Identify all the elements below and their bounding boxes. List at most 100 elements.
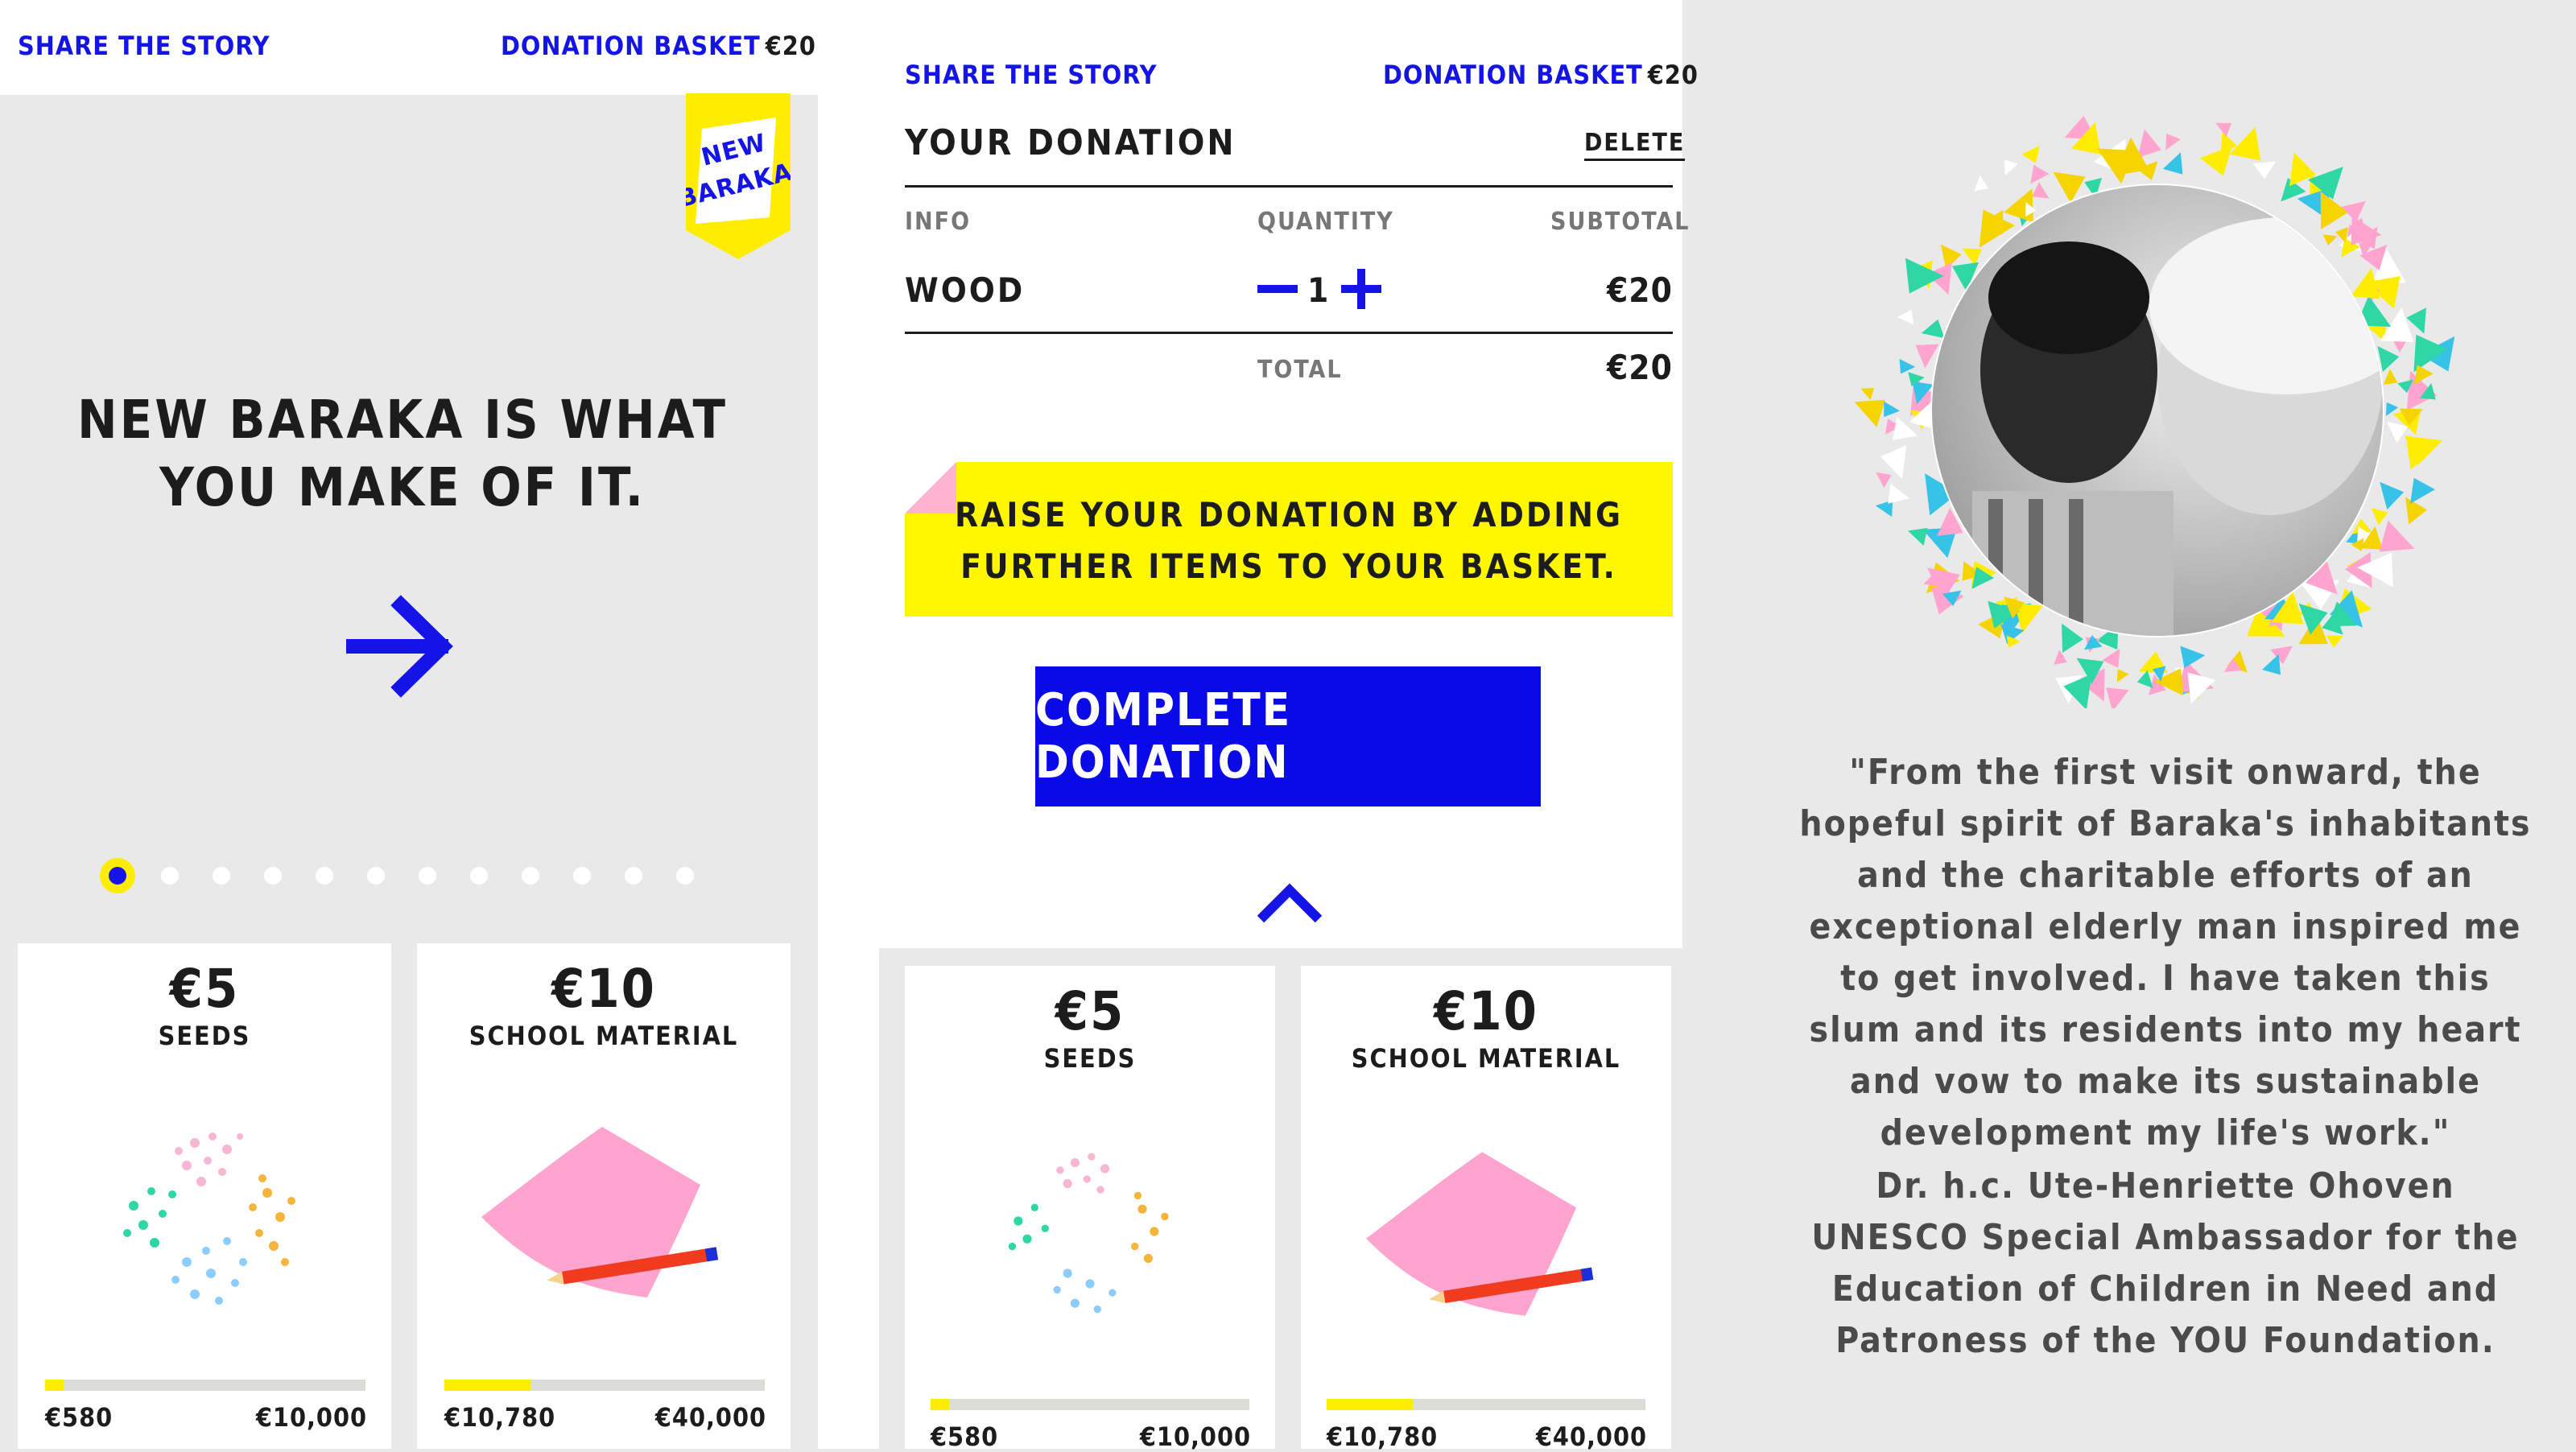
confetti-piece [2371,508,2388,526]
mobile-home-screen: SHARE THE STORY DONATION BASKET €20 NEW B… [0,0,818,1449]
divider [905,332,1673,334]
confetti-piece [1899,358,1916,374]
plus-icon[interactable] [1341,269,1381,309]
total-label: TOTAL [1257,356,1343,384]
donation-card-school-material[interactable]: €10 SCHOOL MATERIAL €10,780 €40,000 [1301,966,1671,1452]
card-name: SCHOOL MATERIAL [1351,1043,1621,1074]
goal-amount: €40,000 [1535,1421,1647,1452]
item-subtotal: €20 [1607,270,1673,310]
donation-card-seeds[interactable]: €5 SEEDS €580 €10,000 [18,943,391,1449]
pagination-dot[interactable] [573,867,591,885]
chevron-up-icon[interactable] [1256,882,1323,926]
card-price: €10 [1434,980,1538,1042]
seeds-illustration [1000,1141,1180,1322]
item-quantity[interactable]: 1 [1307,270,1329,310]
testimonial-author: Dr. h.c. Ute-Henriette Ohoven UNESCO Spe… [1795,1161,2536,1367]
pagination-dot[interactable] [522,867,539,885]
confetti-piece [1880,445,1907,479]
confetti-piece [2410,477,2435,504]
donation-card-school-material[interactable]: €10 SCHOOL MATERIAL €10,780 €40,000 [417,943,791,1449]
confetti-piece [2031,182,2050,199]
col-info: INFO [905,208,972,236]
col-subtotal: SUBTOTAL [1550,208,1690,236]
goal-amount: €10,000 [1139,1421,1251,1452]
minus-icon[interactable] [1257,277,1298,301]
pagination-dot[interactable] [367,867,385,885]
basket-amount: €20 [765,31,816,61]
donation-card-seeds[interactable]: €5 SEEDS €580 €10,000 [905,966,1275,1452]
arrow-right-icon[interactable] [346,594,459,699]
goal-amount: €10,000 [255,1402,367,1433]
pagination-dot[interactable] [676,867,694,885]
confetti-piece [2380,481,2405,510]
raised-amount: €580 [931,1421,999,1452]
pagination-dot[interactable] [470,867,488,885]
confetti-piece [2116,669,2129,683]
progress-bar [1327,1399,1645,1410]
raise-donation-note: RAISE YOUR DONATION BY ADDING FURTHER IT… [905,462,1673,617]
confetti-piece [2322,234,2338,246]
card-name: SEEDS [158,1021,251,1051]
confetti-piece [1905,258,1944,294]
card-name: SEEDS [1043,1043,1137,1074]
col-quantity: QUANTITY [1257,208,1394,236]
confetti-piece [2162,152,2183,175]
confetti-piece [2004,159,2018,175]
hero-headline: NEW BARAKA IS WHAT YOU MAKE OF IT. [76,389,728,518]
basket-label: DONATION BASKET [1383,60,1643,90]
card-name: SCHOOL MATERIAL [469,1021,739,1051]
donation-basket-link[interactable]: DONATION BASKET €20 [1383,60,1699,90]
divider [905,185,1673,188]
confetti-piece [1897,309,1914,325]
confetti-piece [2199,146,2233,176]
pagination-dot[interactable] [213,867,230,885]
pagination-dot-active[interactable] [100,858,135,893]
goal-amount: €40,000 [654,1402,766,1433]
note-text: RAISE YOUR DONATION BY ADDING FURTHER IT… [955,495,1623,586]
new-baraka-badge[interactable]: NEW BARAKA [686,93,791,259]
share-story-link[interactable]: SHARE THE STORY [905,60,1158,90]
basket-label: DONATION BASKET [501,31,761,61]
raised-amount: €10,780 [1327,1421,1439,1452]
donation-basket-link[interactable]: DONATION BASKET €20 [501,31,816,61]
progress-bar [931,1399,1249,1410]
total-amount: €20 [1607,348,1673,387]
complete-donation-button[interactable]: COMPLETE DONATION [1035,666,1541,806]
pagination-dot[interactable] [161,867,179,885]
confetti-piece [1974,175,1988,192]
slide-pagination[interactable] [100,858,728,893]
card-price: €10 [551,958,656,1020]
top-bar: SHARE THE STORY DONATION BASKET €20 [0,0,818,95]
progress-fill [444,1380,531,1391]
school-material-illustration [1366,1152,1594,1316]
author-title: UNESCO Special Ambassador for the Educat… [1811,1217,2520,1361]
confetti-piece [2054,650,2067,665]
donation-title: YOUR DONATION [905,122,1236,163]
raised-amount: €580 [45,1402,114,1433]
pagination-dot[interactable] [625,867,642,885]
confetti-piece [2021,146,2040,163]
pagination-dot[interactable] [316,867,333,885]
testimonial-quote: "From the first visit onward, the hopefu… [1799,752,2532,1153]
pagination-dot[interactable] [419,867,436,885]
confetti-piece [2030,164,2050,184]
raised-amount: €10,780 [444,1402,556,1433]
confetti-piece [2387,421,2409,443]
progress-fill [1327,1399,1413,1410]
school-material-illustration [481,1127,719,1297]
confetti-piece [1860,387,1875,400]
ambassador-portrait [1854,115,2455,708]
progress-fill [931,1399,949,1410]
progress-bar [45,1380,365,1391]
confetti-piece [2165,133,2181,151]
seeds-illustration [114,1120,308,1314]
pagination-dot[interactable] [264,867,282,885]
card-price: €5 [1055,980,1125,1042]
progress-fill [45,1380,64,1391]
delete-link[interactable]: DELETE [1584,129,1686,161]
confetti-piece [2102,649,2120,668]
confetti-piece [2106,687,2129,708]
confetti-piece [1876,472,1892,488]
share-story-link[interactable]: SHARE THE STORY [18,31,270,61]
author-name: Dr. h.c. Ute-Henriette Ohoven [1876,1165,2455,1207]
